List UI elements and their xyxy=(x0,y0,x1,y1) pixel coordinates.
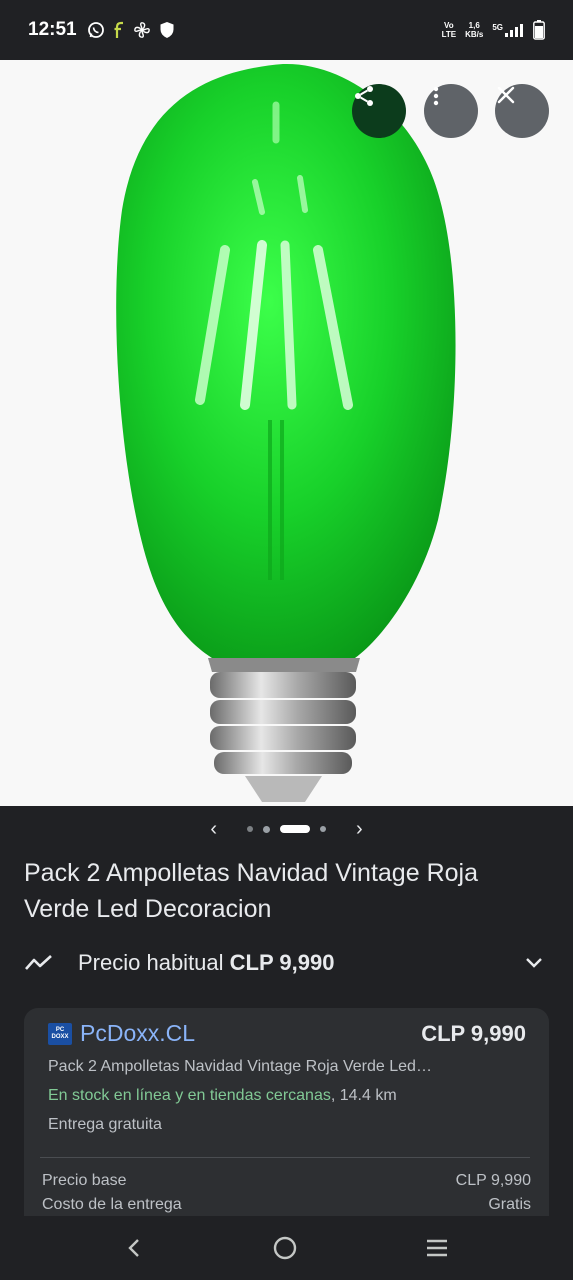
price-history-label: Precio habitual xyxy=(78,950,224,975)
status-bar: 12:51 Vo LTE 1,6 KB/s 5G xyxy=(0,0,573,60)
close-icon xyxy=(497,86,515,104)
price-history-row[interactable]: Precio habitual CLP 9,990 xyxy=(24,944,544,982)
carousel-dot[interactable] xyxy=(263,825,270,833)
whatsapp-icon xyxy=(87,22,104,38)
carousel-dot-active[interactable] xyxy=(280,825,310,833)
breakdown-row: Costo de la entrega Gratis xyxy=(42,1196,531,1214)
product-title: Pack 2 Ampolletas Navidad Vintage Roja V… xyxy=(24,859,478,923)
divider xyxy=(40,1157,530,1158)
merchant-row: PC DOXX PcDoxx.CL CLP 9,990 xyxy=(48,1020,526,1047)
stock-info: En stock en línea y en tiendas cercanas,… xyxy=(48,1087,397,1105)
stock-distance: , 14.4 km xyxy=(330,1087,397,1104)
carousel-dot[interactable] xyxy=(247,826,253,832)
signal-indicator: 5G xyxy=(492,23,524,37)
offer-description: Pack 2 Ampolletas Navidad Vintage Roja V… xyxy=(48,1058,432,1075)
breakdown-value: Gratis xyxy=(488,1196,531,1213)
speed-unit: KB/s xyxy=(465,30,484,39)
image-carousel: ‹ › xyxy=(0,806,573,852)
signal-icon xyxy=(505,24,523,37)
volte-bottom: LTE xyxy=(441,30,457,39)
merchant-logo-top: PC xyxy=(55,1026,65,1033)
battery-icon xyxy=(533,20,545,40)
breakdown-value: CLP 9,990 xyxy=(455,1172,531,1189)
offer-card[interactable]: PC DOXX PcDoxx.CL CLP 9,990 Pack 2 Ampol… xyxy=(24,1008,549,1223)
breakdown-row: Precio base CLP 9,990 xyxy=(42,1172,531,1190)
merchant-name[interactable]: PcDoxx.CL xyxy=(80,1020,195,1047)
merchant-logo-bottom: DOXX xyxy=(51,1033,69,1040)
price-history-value: CLP 9,990 xyxy=(229,950,335,975)
f-app-icon xyxy=(114,21,123,38)
breakdown-label: Costo de la entrega xyxy=(42,1196,182,1213)
volte-top: Vo xyxy=(444,21,454,30)
carousel-dot[interactable] xyxy=(320,826,326,832)
status-time: 12:51 xyxy=(28,19,77,40)
delivery-info: Entrega gratuita xyxy=(48,1116,162,1133)
chevron-left-icon[interactable]: ‹ xyxy=(190,818,237,841)
signal-type: 5G xyxy=(492,23,503,32)
speed-value: 1,6 xyxy=(468,21,480,30)
status-icons-left xyxy=(87,21,175,39)
fan-icon xyxy=(133,22,150,38)
trend-icon xyxy=(25,955,52,970)
system-nav-bar xyxy=(0,1216,573,1280)
speed-indicator: 1,6 KB/s xyxy=(465,21,483,39)
breakdown-label: Precio base xyxy=(42,1172,127,1189)
more-vert-icon xyxy=(433,86,439,106)
chevron-right-icon[interactable]: › xyxy=(336,818,383,841)
back-icon[interactable] xyxy=(123,1236,147,1260)
offer-price: CLP 9,990 xyxy=(421,1020,526,1046)
share-icon xyxy=(355,86,373,106)
merchant-logo: PC DOXX xyxy=(48,1022,72,1045)
stock-status: En stock en línea y en tiendas cercanas xyxy=(48,1087,331,1104)
bulb-illustration xyxy=(116,63,456,802)
share-button[interactable] xyxy=(352,84,406,138)
volte-indicator: Vo LTE xyxy=(442,21,457,39)
more-options-button[interactable] xyxy=(424,84,478,138)
price-history-text: Precio habitual CLP 9,990 xyxy=(78,950,334,976)
chevron-down-icon[interactable] xyxy=(524,956,544,970)
close-button[interactable] xyxy=(495,84,549,138)
home-icon[interactable] xyxy=(272,1235,298,1261)
shield-icon xyxy=(160,22,174,38)
status-icons-right: Vo LTE 1,6 KB/s 5G xyxy=(442,20,545,40)
recents-icon[interactable] xyxy=(424,1236,450,1260)
product-image[interactable] xyxy=(0,60,573,806)
